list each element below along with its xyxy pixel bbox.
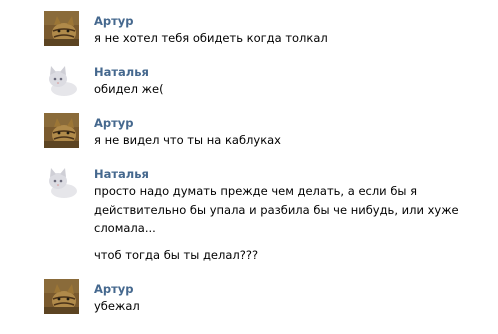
message-author[interactable]: Артур [94, 14, 134, 28]
avatar[interactable] [44, 164, 79, 199]
message-text: действительно бы упала и разбила бы че н… [94, 203, 459, 217]
avatar[interactable] [44, 62, 79, 97]
white-kitten-avatar [44, 164, 79, 199]
message-text: я не хотел тебя обидеть когда толкал [94, 31, 328, 45]
avatar[interactable] [44, 11, 79, 46]
avatar[interactable] [44, 113, 79, 148]
white-kitten-avatar [44, 62, 79, 97]
message-author[interactable]: Наталья [94, 167, 149, 181]
message-text: обидел же( [94, 82, 164, 96]
message-text: чтоб тогда бы ты делал??? [94, 248, 259, 262]
message-author[interactable]: Наталья [94, 65, 149, 79]
tiger-cat-avatar [44, 279, 79, 314]
message-text: сломала... [94, 221, 156, 235]
message-text: убежал [94, 299, 140, 313]
tiger-cat-avatar [44, 113, 79, 148]
avatar[interactable] [44, 279, 79, 314]
message-text: просто надо думать прежде чем делать, а … [94, 184, 418, 198]
message-author[interactable]: Артур [94, 282, 134, 296]
message-text: я не видел что ты на каблуках [94, 133, 281, 147]
tiger-cat-avatar [44, 11, 79, 46]
message-author[interactable]: Артур [94, 116, 134, 130]
